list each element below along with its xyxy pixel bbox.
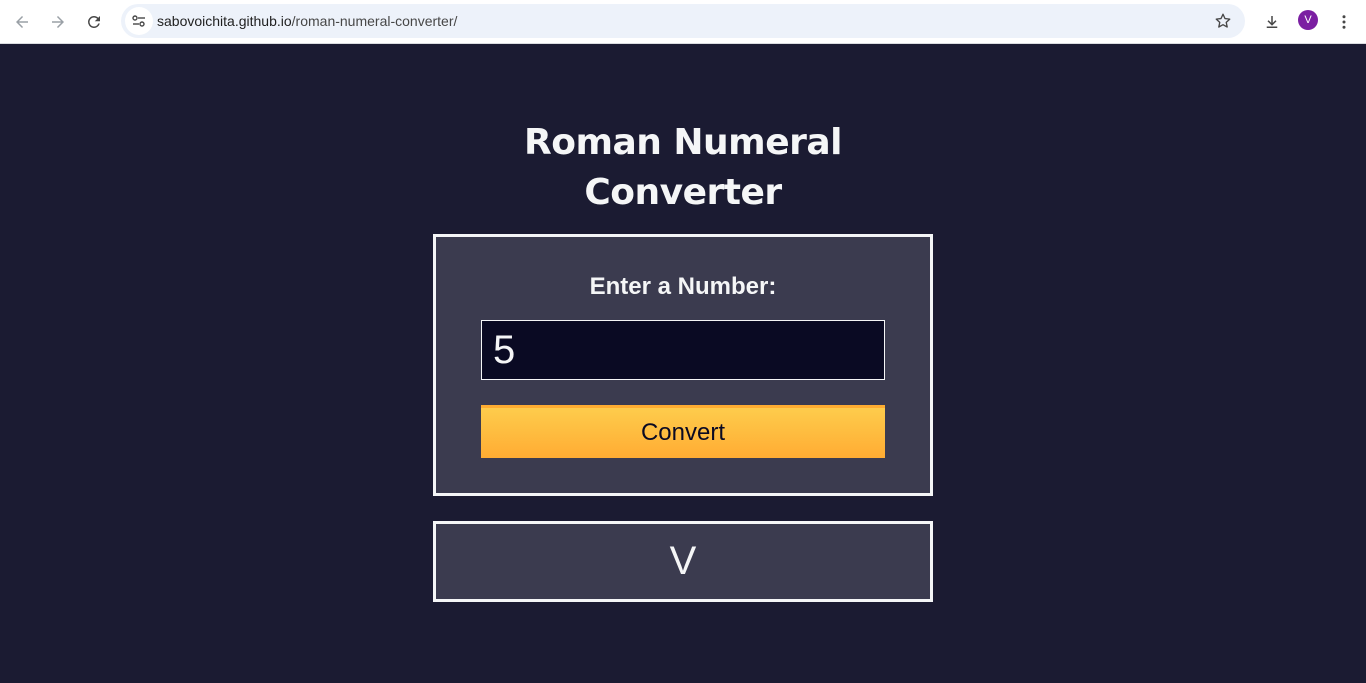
download-icon <box>1266 16 1278 28</box>
downloads-button[interactable] <box>1256 6 1288 38</box>
url-host: sabovoichita.github.io <box>157 13 292 29</box>
bookmark-star-icon <box>1215 13 1231 28</box>
bookmark-button[interactable] <box>1211 9 1235 33</box>
converter-form: Enter a Number: Convert <box>433 234 933 496</box>
profile-avatar[interactable]: V <box>1298 10 1318 30</box>
page-content: Roman Numeral Converter Enter a Number: … <box>0 44 1366 683</box>
reload-button[interactable] <box>78 6 110 38</box>
site-info-button[interactable] <box>125 7 153 35</box>
back-arrow-icon <box>16 16 28 28</box>
page-title-line1: Roman Numeral <box>524 122 843 163</box>
page-title-line2: Converter <box>584 172 782 213</box>
back-button[interactable] <box>6 6 38 38</box>
number-label: Enter a Number: <box>589 273 777 300</box>
convert-button[interactable]: Convert <box>481 405 885 458</box>
browser-menu-button[interactable] <box>1328 6 1360 38</box>
site-settings-icon <box>132 15 145 27</box>
forward-arrow-icon <box>52 16 64 28</box>
output-result: V <box>669 539 697 583</box>
address-bar[interactable]: sabovoichita.github.io/roman-numeral-con… <box>121 4 1245 38</box>
url-text[interactable]: sabovoichita.github.io/roman-numeral-con… <box>157 4 457 38</box>
browser-toolbar: sabovoichita.github.io/roman-numeral-con… <box>0 0 1366 44</box>
kebab-menu-icon <box>1342 15 1346 29</box>
page-title: Roman Numeral Converter <box>483 118 883 218</box>
number-input[interactable] <box>481 320 885 380</box>
output-panel: V <box>433 521 933 602</box>
forward-button[interactable] <box>42 6 74 38</box>
reload-icon <box>88 15 100 28</box>
url-path: /roman-numeral-converter/ <box>291 13 458 29</box>
